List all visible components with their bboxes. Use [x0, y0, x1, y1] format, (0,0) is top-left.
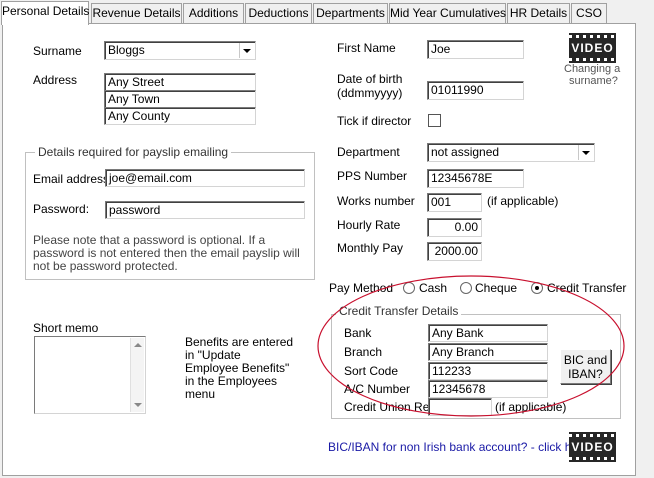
surname-dropdown[interactable]: Bloggs — [104, 41, 256, 60]
payslip-email-group-title: Details required for payslip emailing — [35, 145, 232, 159]
video-caption-line-1: Changing a — [564, 63, 621, 75]
short-memo-label: Short memo — [33, 321, 99, 335]
pps-label: PPS Number — [337, 169, 408, 183]
tab-hr-details[interactable]: HR Details — [507, 3, 570, 24]
video-bic-button[interactable]: VIDEO — [569, 432, 616, 462]
tab-mid-year-cumulatives[interactable]: Mid Year Cumulatives — [389, 3, 506, 24]
address-line-3-input[interactable]: Any County — [104, 107, 256, 125]
tab-additions[interactable]: Additions — [183, 3, 244, 24]
pps-input[interactable]: 12345678E — [427, 169, 524, 188]
video-caption-line-2: surname? — [569, 75, 618, 87]
password-input[interactable]: password — [105, 201, 305, 219]
director-checkbox[interactable] — [428, 114, 441, 127]
monthly-pay-label: Monthly Pay — [337, 241, 404, 255]
dob-label: Date of birth — [337, 72, 403, 86]
department-value: not assigned — [431, 145, 500, 159]
short-memo-textarea[interactable] — [34, 336, 146, 414]
hourly-rate-input[interactable]: 0.00 — [427, 218, 482, 237]
tab-revenue-details[interactable]: Revenue Details — [91, 3, 182, 24]
address-line-1-input[interactable]: Any Street — [104, 73, 256, 91]
bic-iban-help-link[interactable]: BIC/IBAN for non Irish bank account? - c… — [328, 440, 589, 454]
hourly-rate-label: Hourly Rate — [337, 218, 401, 232]
password-label: Password: — [33, 202, 90, 216]
tab-deductions[interactable]: Deductions — [245, 3, 312, 24]
chevron-down-icon[interactable] — [578, 145, 593, 160]
department-dropdown[interactable]: not assigned — [427, 143, 595, 162]
email-label: Email address: — [33, 172, 113, 186]
personal-details-panel: Surname Bloggs Address Any Street Any To… — [2, 23, 636, 476]
annotation-ellipse — [317, 275, 625, 417]
password-note: Please note that a password is optional.… — [33, 233, 300, 273]
department-label: Department — [337, 145, 400, 159]
surname-label: Surname — [33, 44, 82, 58]
benefits-note: Benefits are entered in "Update Employee… — [185, 335, 294, 401]
works-number-label: Works number — [337, 194, 415, 208]
tab-personal-details[interactable]: Personal Details — [1, 1, 89, 25]
chevron-down-icon[interactable] — [239, 43, 254, 58]
email-input[interactable]: joe@email.com — [105, 169, 305, 187]
address-label: Address — [33, 73, 78, 87]
scroll-down-icon[interactable] — [134, 403, 142, 407]
tab-strip: Personal Details Revenue Details Additio… — [0, 0, 654, 25]
first-name-input[interactable]: Joe — [427, 40, 524, 59]
first-name-label: First Name — [337, 41, 396, 55]
surname-value: Bloggs — [108, 43, 145, 57]
memo-scrollbar[interactable] — [130, 338, 144, 412]
works-number-input[interactable]: 001 — [427, 193, 482, 212]
monthly-pay-input[interactable]: 2000.00 — [427, 242, 482, 261]
video-help-button[interactable]: VIDEO — [569, 33, 616, 63]
tab-departments[interactable]: Departments — [313, 3, 388, 24]
works-number-note: (if applicable) — [487, 194, 559, 208]
dob-format-label: (ddmmyyyy) — [337, 86, 403, 100]
address-line-2-input[interactable]: Any Town — [104, 90, 256, 108]
scroll-up-icon[interactable] — [134, 343, 142, 347]
director-label: Tick if director — [337, 114, 412, 128]
dob-input[interactable]: 01011990 — [427, 81, 524, 100]
tab-cso[interactable]: CSO — [571, 3, 607, 24]
